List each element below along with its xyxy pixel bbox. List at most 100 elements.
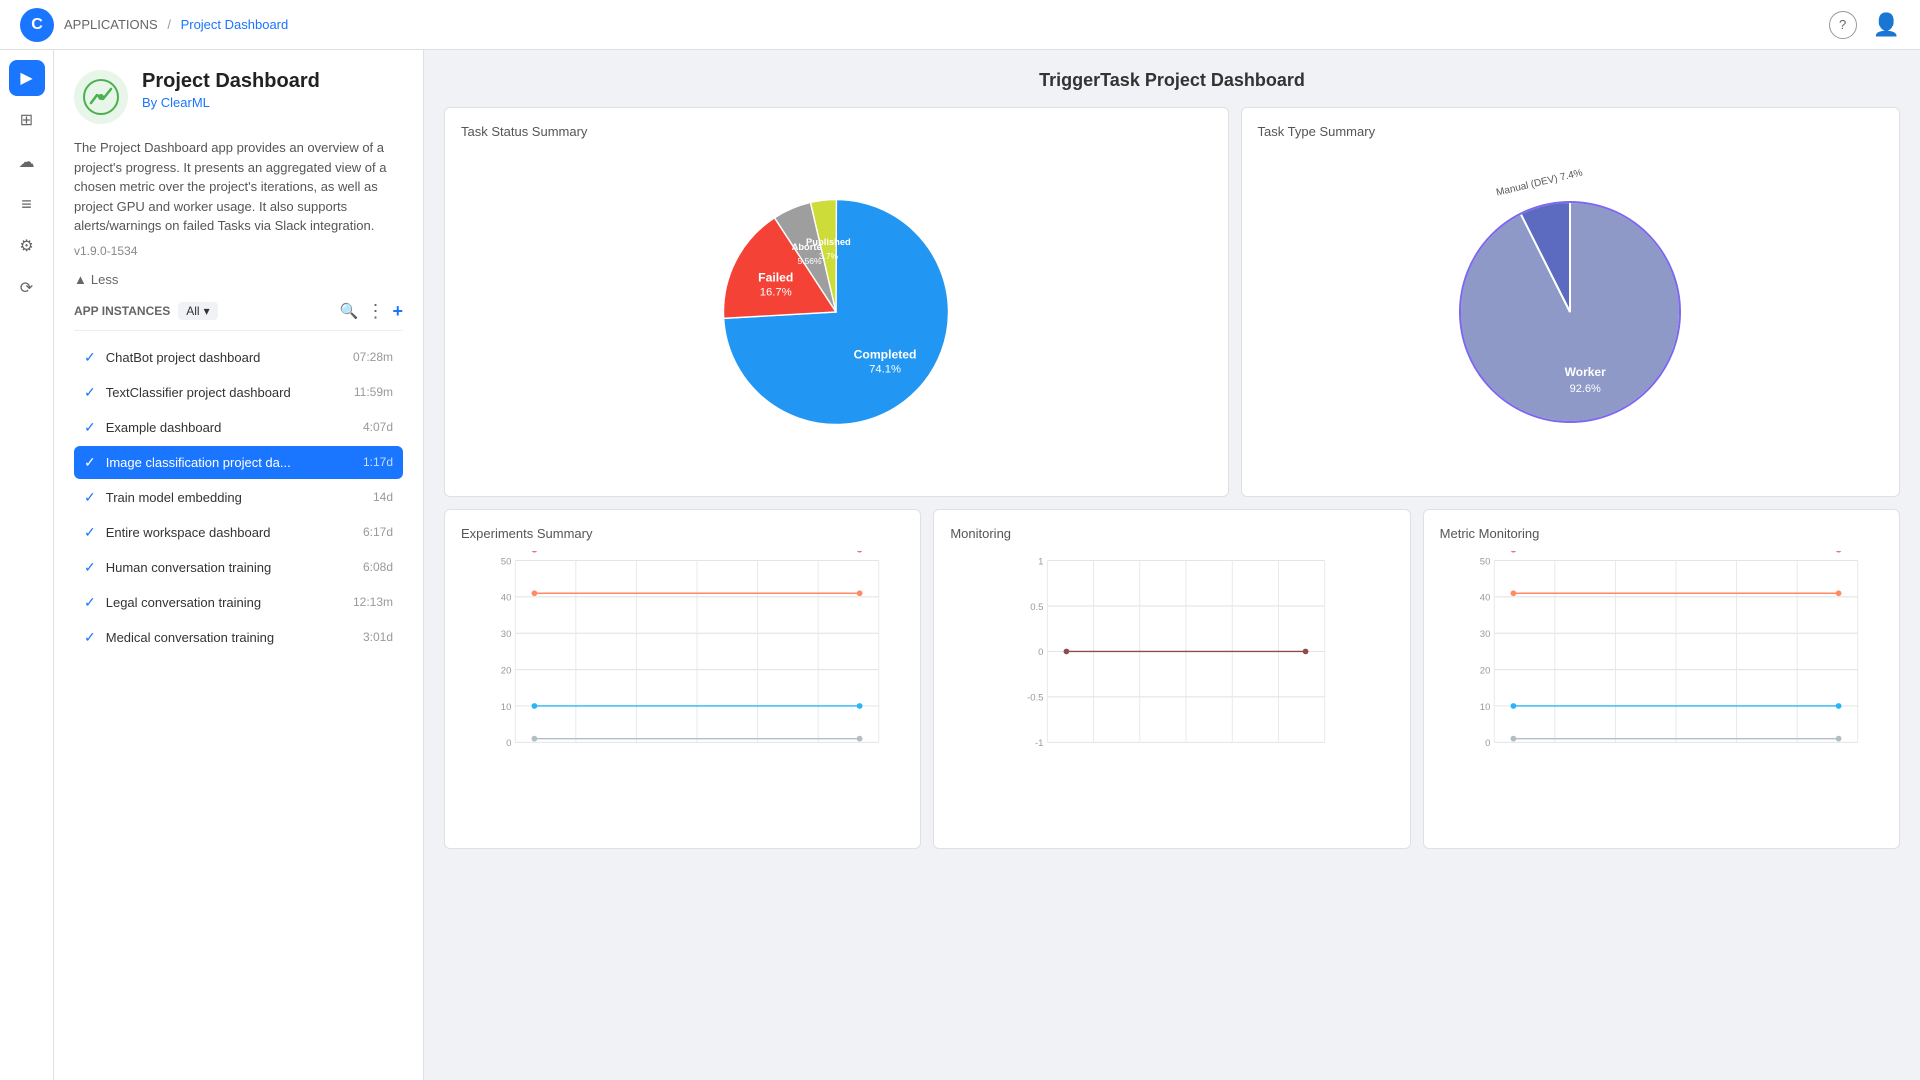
- check-icon: ✓: [84, 559, 96, 576]
- svg-text:Published: Published: [806, 237, 851, 247]
- instance-name: Medical conversation training: [106, 630, 355, 645]
- svg-text:0: 0: [506, 738, 511, 749]
- app-info: Project Dashboard By ClearML: [142, 70, 320, 110]
- svg-text:10: 10: [1479, 702, 1490, 713]
- instance-name: ChatBot project dashboard: [106, 350, 345, 365]
- nav-layers-btn[interactable]: ≡: [9, 186, 45, 222]
- top-charts-row: Task Status Summary Completed 74.1% Failed…: [444, 107, 1900, 497]
- instance-time: 11:59m: [354, 385, 393, 399]
- list-item[interactable]: ✓ ChatBot project dashboard 07:28m: [74, 341, 403, 374]
- monitoring-card: Monitoring -1 -0.5 0 0.5 1: [933, 509, 1410, 849]
- filter-all-btn[interactable]: All ▾: [178, 302, 217, 320]
- instance-name: Train model embedding: [106, 490, 365, 505]
- app-description: The Project Dashboard app provides an ov…: [74, 138, 403, 236]
- svg-text:1: 1: [1039, 556, 1044, 567]
- nav-refresh-btn[interactable]: ⟳: [9, 270, 45, 306]
- list-item[interactable]: ✓ Legal conversation training 12:13m: [74, 586, 403, 619]
- svg-text:Completed: Completed: [854, 347, 917, 361]
- svg-text:0.5: 0.5: [1031, 602, 1044, 613]
- nav-left: C APPLICATIONS / Project Dashboard: [20, 8, 288, 42]
- instances-list: ✓ ChatBot project dashboard 07:28m ✓ Tex…: [74, 341, 403, 654]
- list-item[interactable]: ✓ Image classification project da... 1:1…: [74, 446, 403, 479]
- list-item[interactable]: ✓ Entire workspace dashboard 6:17d: [74, 516, 403, 549]
- list-item[interactable]: ✓ Human conversation training 6:08d: [74, 551, 403, 584]
- instance-time: 6:08d: [363, 560, 393, 574]
- bottom-charts-row: Experiments Summary 01020304050 Monitori…: [444, 509, 1900, 849]
- app-by[interactable]: By ClearML: [142, 95, 320, 110]
- nav-settings-btn[interactable]: ⚙: [9, 228, 45, 264]
- icon-sidebar: ▶ ⊞ ☁ ≡ ⚙ ⟳: [0, 50, 54, 1080]
- list-item[interactable]: ✓ Example dashboard 4:07d: [74, 411, 403, 444]
- instance-name: TextClassifier project dashboard: [106, 385, 346, 400]
- svg-text:50: 50: [501, 556, 512, 567]
- experiments-summary-card: Experiments Summary 01020304050: [444, 509, 921, 849]
- svg-text:20: 20: [1479, 665, 1490, 676]
- svg-text:30: 30: [1479, 629, 1490, 640]
- task-type-card: Task Type Summary Worker 92.6% Manual (DEV…: [1241, 107, 1900, 497]
- task-status-card: Task Status Summary Completed 74.1% Failed…: [444, 107, 1229, 497]
- instance-name: Human conversation training: [106, 560, 355, 575]
- svg-text:3.7%: 3.7%: [819, 251, 839, 261]
- list-item[interactable]: ✓ Train model embedding 14d: [74, 481, 403, 514]
- dashboard-title: TriggerTask Project Dashboard: [444, 70, 1900, 91]
- instance-time: 07:28m: [353, 350, 393, 364]
- check-icon: ✓: [84, 454, 96, 471]
- svg-text:20: 20: [501, 665, 512, 676]
- app-title: Project Dashboard: [142, 70, 320, 93]
- task-type-pie: Worker 92.6% Manual (DEV) 7.4%: [1258, 149, 1883, 475]
- instance-time: 4:07d: [363, 420, 393, 434]
- app-icon: [74, 70, 128, 124]
- instance-name: Image classification project da...: [106, 455, 355, 470]
- help-icon[interactable]: ?: [1829, 11, 1857, 39]
- instances-actions: 🔍 ⋮ +: [340, 301, 403, 322]
- more-btn[interactable]: ⋮: [366, 301, 384, 322]
- svg-text:Manual (DEV) 7.4%: Manual (DEV) 7.4%: [1495, 168, 1584, 199]
- add-instance-btn[interactable]: +: [392, 301, 403, 322]
- nav-cloud-btn[interactable]: ☁: [9, 144, 45, 180]
- metric-monitoring-title: Metric Monitoring: [1440, 526, 1883, 541]
- svg-text:-1: -1: [1035, 738, 1044, 749]
- svg-text:40: 40: [1479, 593, 1490, 604]
- task-type-title: Task Type Summary: [1258, 124, 1883, 139]
- user-icon[interactable]: 👤: [1873, 12, 1900, 38]
- svg-text:Failed: Failed: [758, 271, 793, 285]
- svg-text:0: 0: [1485, 738, 1490, 749]
- check-icon: ✓: [84, 349, 96, 366]
- svg-text:Worker: Worker: [1565, 365, 1606, 379]
- svg-text:40: 40: [501, 593, 512, 604]
- instance-time: 12:13m: [353, 595, 393, 609]
- experiments-summary-title: Experiments Summary: [461, 526, 904, 541]
- breadcrumb: APPLICATIONS / Project Dashboard: [64, 17, 288, 32]
- svg-text:50: 50: [1479, 556, 1490, 567]
- check-icon: ✓: [84, 594, 96, 611]
- task-status-title: Task Status Summary: [461, 124, 1212, 139]
- check-icon: ✓: [84, 419, 96, 436]
- check-icon: ✓: [84, 524, 96, 541]
- svg-text:-0.5: -0.5: [1027, 693, 1043, 704]
- instance-time: 1:17d: [363, 455, 393, 469]
- svg-text:92.6%: 92.6%: [1570, 383, 1601, 395]
- nav-pipelines-btn[interactable]: ▶: [9, 60, 45, 96]
- list-item[interactable]: ✓ TextClassifier project dashboard 11:59…: [74, 376, 403, 409]
- instances-header: APP INSTANCES All ▾ 🔍 ⋮ +: [74, 301, 403, 331]
- check-icon: ✓: [84, 629, 96, 646]
- nav-right: ? 👤: [1829, 11, 1900, 39]
- instance-time: 6:17d: [363, 525, 393, 539]
- main-content: TriggerTask Project Dashboard Task Statu…: [424, 50, 1920, 1080]
- svg-text:30: 30: [501, 629, 512, 640]
- instance-time: 14d: [373, 490, 393, 504]
- monitoring-title: Monitoring: [950, 526, 1393, 541]
- instance-name: Entire workspace dashboard: [106, 525, 355, 540]
- svg-text:74.1%: 74.1%: [869, 363, 901, 375]
- search-btn[interactable]: 🔍: [340, 302, 359, 320]
- app-version: v1.9.0-1534: [74, 244, 403, 258]
- list-item[interactable]: ✓ Medical conversation training 3:01d: [74, 621, 403, 654]
- less-toggle-btn[interactable]: ▲ Less: [74, 272, 403, 287]
- svg-text:16.7%: 16.7%: [760, 287, 792, 299]
- app-logo[interactable]: C: [20, 8, 54, 42]
- top-navbar: C APPLICATIONS / Project Dashboard ? 👤: [0, 0, 1920, 50]
- check-icon: ✓: [84, 489, 96, 506]
- instance-name: Legal conversation training: [106, 595, 345, 610]
- nav-grid-btn[interactable]: ⊞: [9, 102, 45, 138]
- svg-text:0: 0: [1039, 647, 1044, 658]
